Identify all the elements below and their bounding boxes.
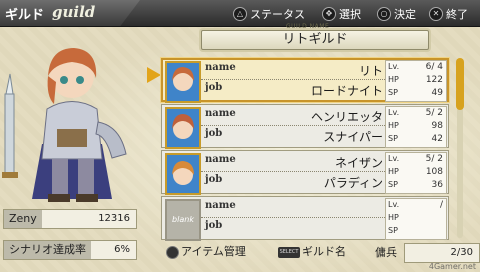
item-manage-label: アイテム管理 (181, 245, 246, 258)
member-name-row: name ヘンリエッタ (201, 107, 387, 126)
top-bar: ギルド guild △ ステータス ✥ 選択 ○ 決定 ✕ 終了 (0, 0, 480, 27)
name-key: name (205, 154, 236, 165)
member-portrait (165, 107, 201, 149)
member-hp: 98 (431, 121, 443, 131)
member-card-empty[interactable]: blank name job Lv. / HP SP (161, 196, 449, 241)
zeny-panel: Zeny 12316 (3, 209, 137, 229)
item-manage-button[interactable]: アイテム管理 (166, 241, 246, 263)
scrollbar-thumb[interactable] (456, 58, 464, 110)
member-sp: 36 (431, 180, 443, 190)
member-level: 5/ 2 (425, 154, 443, 164)
job-key: job (205, 128, 223, 139)
hint-select-label: 選択 (339, 8, 361, 21)
zeny-label: Zeny (4, 210, 42, 228)
member-name: リト (358, 64, 383, 78)
scenario-label: シナリオ達成率 (4, 241, 91, 259)
guild-name-label: ギルド名 (302, 245, 346, 258)
member-job-row: job スナイパー (201, 127, 387, 145)
job-key: job (205, 82, 223, 93)
job-key: job (205, 220, 223, 231)
scenario-panel: シナリオ達成率 6% (3, 240, 137, 260)
member-portrait (165, 61, 201, 103)
member-card[interactable]: name ネイザン job パラディン Lv. 5/ 2 HP 108 SP 36 (161, 150, 449, 195)
hint-exit-label: 終了 (446, 8, 468, 21)
member-name-row: name (201, 199, 387, 218)
guild-name-button[interactable]: SELECT ギルド名 (278, 241, 346, 263)
member-portrait (165, 153, 201, 195)
member-job-row: job ロードナイト (201, 81, 387, 99)
member-stats: Lv. 6/ 4 HP 122 SP 49 (385, 60, 447, 102)
member-card[interactable]: name リト job ロードナイト Lv. 6/ 4 HP 122 SP 49 (161, 58, 449, 103)
zeny-value: 12316 (98, 213, 130, 224)
mercenary-label: 傭兵 (375, 246, 397, 259)
member-name-row: name ネイザン (201, 153, 387, 172)
selection-cursor-icon (147, 67, 161, 83)
blank-portrait: blank (165, 199, 201, 241)
member-level: / (439, 200, 443, 210)
triangle-button-icon: △ (233, 7, 247, 21)
screen-title: ギルド guild (0, 0, 140, 26)
hint-status-label: ステータス (250, 8, 305, 21)
bottom-bar: アイテム管理 SELECT ギルド名 傭兵 2/30 (160, 241, 480, 263)
member-job: ロードナイト (310, 84, 383, 98)
dpad-icon: ✥ (322, 7, 336, 21)
circle-button-icon: ○ (377, 7, 391, 21)
member-name-row: name リト (201, 61, 387, 80)
member-job: パラディン (323, 176, 383, 190)
hint-status[interactable]: △ ステータス (233, 6, 305, 22)
member-sp: 42 (431, 134, 443, 144)
member-level: 6/ 4 (425, 62, 443, 72)
knight-character-art (2, 48, 127, 202)
name-key: name (205, 200, 236, 211)
guild-name-box: リトギルド (201, 30, 429, 50)
member-hp: 122 (425, 75, 443, 85)
watermark: 4Gamer.net (428, 262, 476, 271)
mercenary-value: 2/30 (450, 247, 473, 258)
name-key: name (205, 108, 236, 119)
mercenary-panel: 傭兵 2/30 (375, 243, 480, 263)
member-name: ヘンリエッタ (310, 110, 383, 124)
member-sp: 49 (431, 88, 443, 98)
scenario-value: 6% (114, 244, 130, 255)
name-key: name (205, 62, 236, 73)
member-hp: 108 (425, 167, 443, 177)
member-level: 5/ 2 (425, 108, 443, 118)
hint-exit[interactable]: ✕ 終了 (429, 6, 468, 22)
guild-name-caption: GUILD NAME (286, 23, 330, 30)
screen-title-en: guild (52, 3, 96, 21)
member-card[interactable]: name ヘンリエッタ job スナイパー Lv. 5/ 2 HP 98 SP 42 (161, 104, 449, 149)
hint-confirm-label: 決定 (394, 8, 416, 21)
hint-select[interactable]: ✥ 選択 (322, 6, 361, 22)
screen-title-jp: ギルド (5, 8, 45, 23)
square-button-icon (166, 245, 179, 259)
select-button-icon: SELECT (278, 246, 300, 258)
member-stats: Lv. / HP SP (385, 198, 447, 240)
job-key: job (205, 174, 223, 185)
hint-confirm[interactable]: ○ 決定 (377, 6, 416, 22)
member-job-row: job パラディン (201, 173, 387, 191)
member-stats: Lv. 5/ 2 HP 98 SP 42 (385, 106, 447, 148)
member-name: ネイザン (334, 156, 383, 170)
member-job-row: job (201, 219, 387, 237)
member-job: スナイパー (323, 130, 383, 144)
cross-button-icon: ✕ (429, 7, 443, 21)
member-stats: Lv. 5/ 2 HP 108 SP 36 (385, 152, 447, 194)
